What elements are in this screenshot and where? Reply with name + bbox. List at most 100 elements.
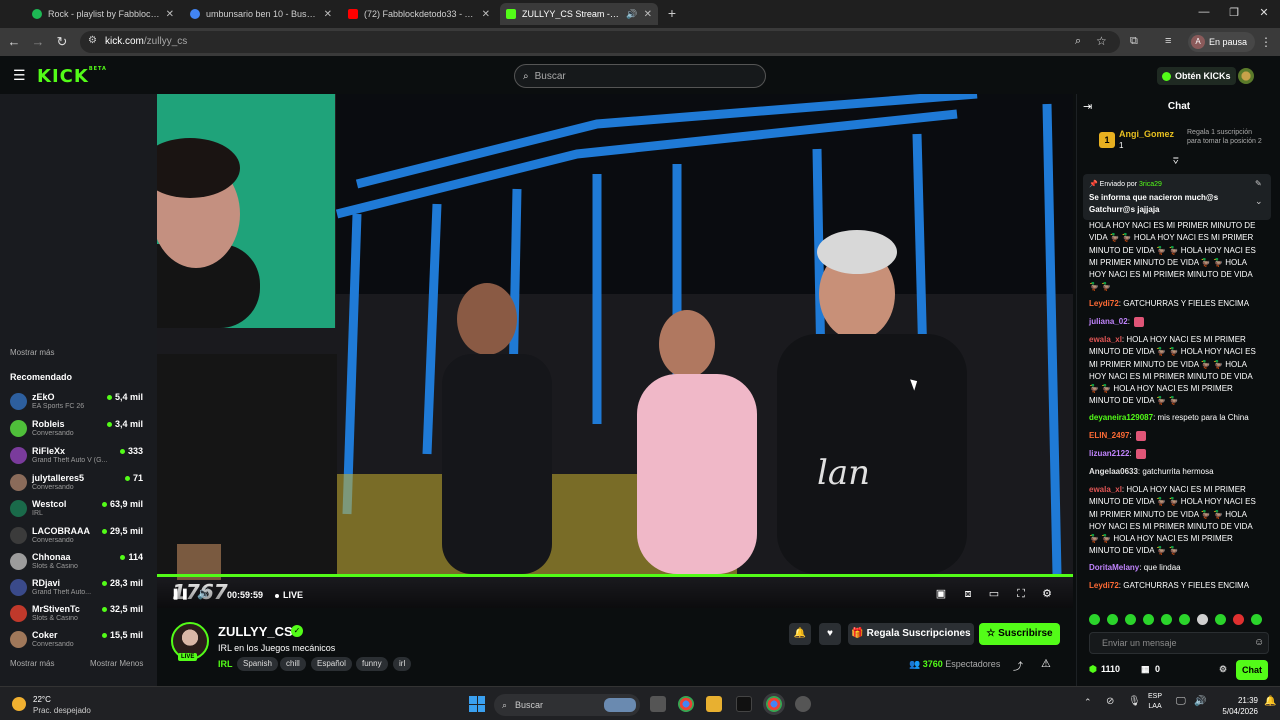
browser-tab[interactable]: (72) Fabblockdetodo33 - YouTu ✕: [342, 3, 496, 25]
emote-icon[interactable]: [1251, 614, 1262, 625]
search-input[interactable]: ⌕ Buscar: [514, 64, 766, 88]
chat-username[interactable]: ewala_xl: [1089, 485, 1122, 494]
close-icon[interactable]: ✕: [324, 9, 332, 20]
chrome-icon[interactable]: [678, 696, 694, 712]
recommended-channel[interactable]: Robleis Conversando 3,4 mil: [10, 417, 146, 443]
recommended-channel[interactable]: Coker Conversando 15,5 mil: [10, 628, 146, 654]
minimize-button[interactable]: —: [1196, 6, 1212, 18]
media-control-icon[interactable]: ≡: [1165, 35, 1171, 47]
emote-icon[interactable]: [1233, 614, 1244, 625]
tag-chip[interactable]: chill: [280, 657, 306, 671]
emote-icon[interactable]: [1107, 614, 1118, 625]
tag-chip[interactable]: irl: [393, 657, 412, 671]
chat-username[interactable]: deyaneira129087: [1089, 413, 1153, 422]
recommended-channel[interactable]: MrStivenTc Slots & Casino 32,5 mil: [10, 602, 146, 628]
microphone-icon[interactable]: 🎙: [1128, 696, 1141, 707]
taskbar-search[interactable]: ⌕ Buscar: [494, 694, 640, 716]
menu-icon[interactable]: ⋮: [1260, 35, 1272, 49]
bookmark-star-icon[interactable]: ☆: [1096, 34, 1107, 48]
report-warning-icon[interactable]: ⚠: [1041, 657, 1051, 670]
fullscreen-icon[interactable]: ⛶: [1015, 588, 1027, 600]
browser-tab[interactable]: umbunsario ben 10 - Buscar co ✕: [184, 3, 338, 25]
emote-icon[interactable]: [1143, 614, 1154, 625]
windows-start-icon[interactable]: [469, 696, 485, 712]
site-info-icon[interactable]: ⚙: [88, 35, 97, 46]
task-view-icon[interactable]: [650, 696, 666, 712]
hamburger-menu-icon[interactable]: ☰: [13, 67, 26, 84]
chevron-down-icon[interactable]: ⌄: [1255, 196, 1263, 207]
chat-username[interactable]: ELIN_2497: [1089, 431, 1129, 440]
close-icon[interactable]: ✕: [644, 9, 652, 20]
back-button[interactable]: ←: [6, 34, 22, 50]
gift-subs-button[interactable]: 🎁 Regala Suscripciones: [848, 623, 974, 645]
zoom-icon[interactable]: ⌕: [1075, 35, 1081, 48]
show-less-button[interactable]: Mostrar Menos: [90, 659, 143, 668]
emote-icon[interactable]: [1125, 614, 1136, 625]
chat-settings-icon[interactable]: ⚙: [1219, 664, 1227, 675]
follow-heart-button[interactable]: ♥: [819, 623, 841, 645]
emote-icon[interactable]: [1197, 614, 1208, 625]
browser-tab-active[interactable]: ZULLYY_CS Stream - Watch 🔊 ✕: [500, 3, 658, 25]
kick-logo[interactable]: KICKBETA: [37, 66, 107, 87]
emoji-picker-icon[interactable]: ☺: [1254, 633, 1264, 653]
video-player[interactable]: lan 1767 ❚❚ 🔊 00:59:59 LIVE ▣ ⧈ ▭ ⛶ ⚙: [157, 94, 1073, 608]
points-count[interactable]: 1110: [1101, 664, 1120, 674]
category-link[interactable]: IRL: [218, 659, 233, 669]
chat-username[interactable]: Leydi72: [1089, 299, 1119, 308]
gifter-name[interactable]: Angi_Gomez: [1119, 129, 1174, 139]
clip-icon[interactable]: ⧈: [962, 588, 974, 600]
show-more-button[interactable]: Mostrar más: [10, 659, 54, 668]
reload-button[interactable]: ↻: [54, 34, 70, 50]
get-kicks-button[interactable]: Obtén KICKs: [1157, 67, 1236, 85]
close-icon[interactable]: ✕: [166, 9, 174, 20]
tray-icon[interactable]: ⊘: [1106, 696, 1114, 707]
send-chat-button[interactable]: Chat: [1236, 660, 1268, 680]
chat-username[interactable]: juliana_02: [1089, 317, 1128, 326]
recommended-channel[interactable]: zEkO EA Sports FC 26 5,4 mil: [10, 390, 146, 416]
tray-chevron-icon[interactable]: ⌃: [1084, 697, 1092, 708]
app-icon[interactable]: [795, 696, 811, 712]
theater-mode-icon[interactable]: ▭: [988, 588, 1000, 600]
user-avatar[interactable]: [1238, 68, 1254, 84]
chat-input[interactable]: Enviar un mensaje ☺: [1089, 632, 1269, 654]
chat-username[interactable]: lizuan2122: [1089, 449, 1129, 458]
subscribe-button[interactable]: ☆ Suscribirse: [979, 623, 1060, 645]
pause-icon[interactable]: ❚❚: [171, 588, 189, 600]
tag-chip[interactable]: funny: [356, 657, 388, 671]
close-window-button[interactable]: ✕: [1256, 6, 1272, 19]
chat-username[interactable]: Leydi72: [1089, 581, 1119, 590]
speaker-icon[interactable]: 🔊: [626, 9, 637, 20]
volume-icon[interactable]: 🔊: [1194, 696, 1206, 707]
notification-bell-button[interactable]: 🔔: [789, 623, 811, 645]
chat-username[interactable]: DoritaMelany: [1089, 563, 1139, 572]
volume-icon[interactable]: 🔊: [197, 588, 211, 600]
emote-icon[interactable]: [1161, 614, 1172, 625]
share-icon[interactable]: ⤴: [1013, 658, 1023, 673]
gifter-prompt[interactable]: Regala 1 suscripción para tomar la posic…: [1187, 128, 1267, 146]
file-explorer-icon[interactable]: [706, 696, 722, 712]
recommended-channel[interactable]: RDjavi Grand Theft Auto... 28,3 mil: [10, 576, 146, 602]
omnibox[interactable]: ⚙ kick.com/zullyy_cs ⌕ ☆: [80, 31, 1120, 53]
expand-icon[interactable]: ⩢: [1173, 156, 1178, 167]
language-indicator[interactable]: ESP LAA: [1148, 692, 1162, 712]
emote-icon[interactable]: [1215, 614, 1226, 625]
new-tab-button[interactable]: +: [664, 5, 680, 21]
settings-gear-icon[interactable]: ⚙: [1041, 588, 1053, 600]
pinned-by-user[interactable]: 3rica29: [1139, 181, 1162, 188]
forward-button[interactable]: →: [30, 34, 46, 50]
emote-icon[interactable]: [1089, 614, 1100, 625]
system-clock[interactable]: 21:39 5/04/2026: [1214, 695, 1258, 717]
tag-chip[interactable]: Español: [311, 657, 352, 671]
network-icon[interactable]: 🖵: [1176, 696, 1186, 707]
live-indicator[interactable]: LIVE: [275, 590, 303, 600]
chrome-active-icon[interactable]: [766, 696, 782, 712]
channel-name[interactable]: ZULLYY_CS: [218, 624, 293, 639]
show-more-following[interactable]: Mostrar más: [10, 348, 54, 357]
recommended-channel[interactable]: Chhonaa Slots & Casino 114: [10, 550, 146, 576]
browser-tab[interactable]: Rock - playlist by Fabblock Jn | ✕: [26, 3, 180, 25]
close-icon[interactable]: ✕: [482, 9, 490, 20]
notifications-icon[interactable]: 🔔: [1264, 696, 1276, 707]
tag-chip[interactable]: Spanish: [237, 657, 278, 671]
miniplayer-icon[interactable]: ▣: [935, 588, 947, 600]
profile-button[interactable]: A En pausa: [1188, 32, 1256, 52]
